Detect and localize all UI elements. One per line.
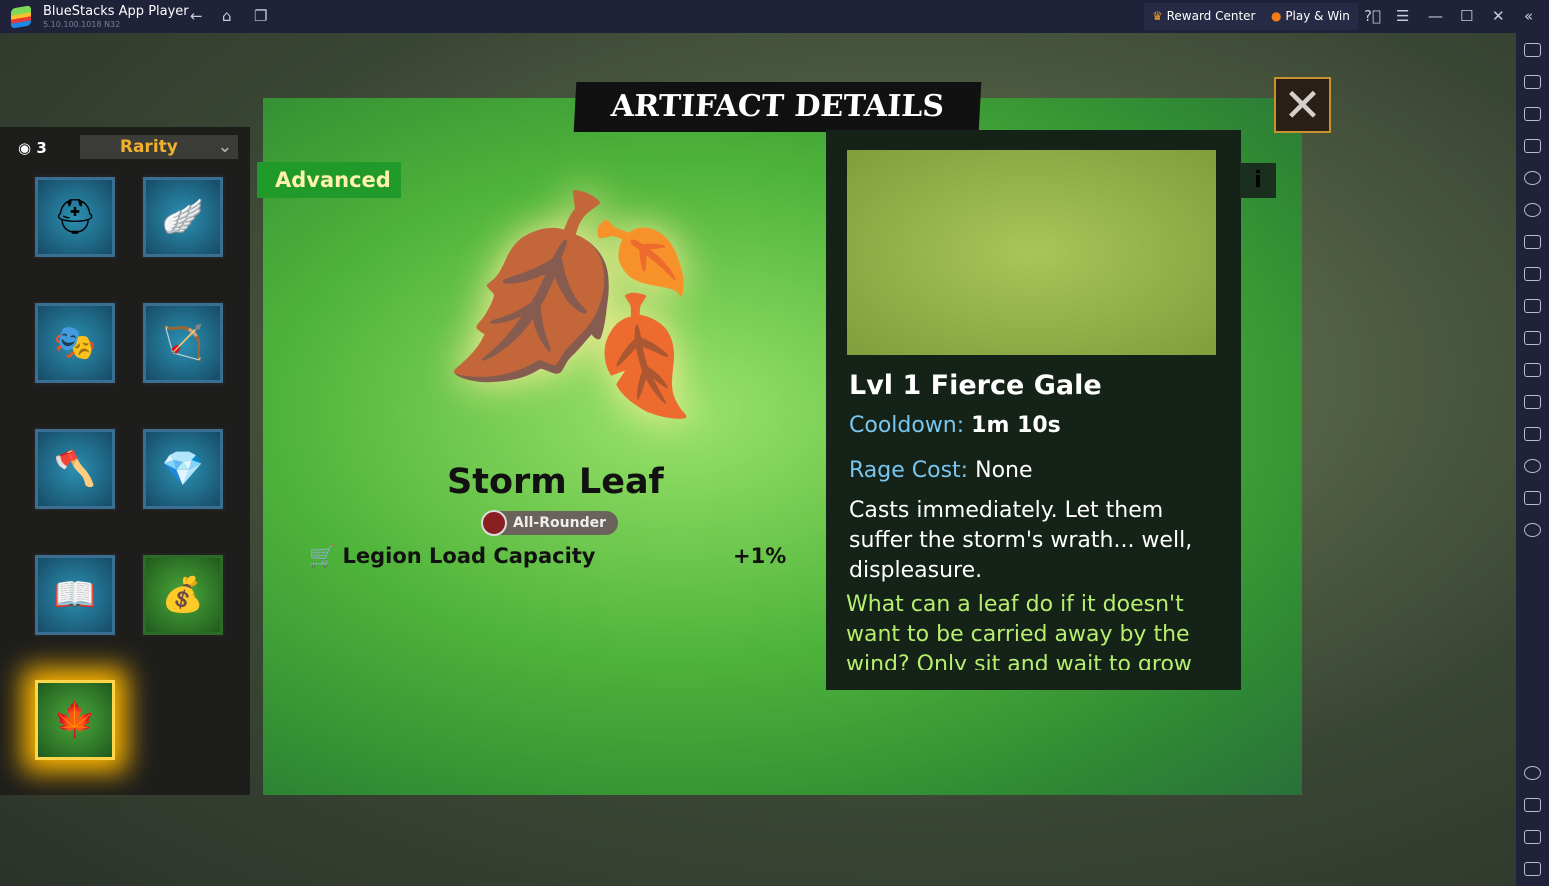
artifact-inventory: ◉ 3 Rarity ⌄ ⛑ 🪽 🎭 🏹 🪓 💎 📖 💰 🍁 <box>0 127 250 795</box>
rarity-filter-dropdown[interactable]: Rarity ⌄ <box>80 135 238 159</box>
role-icon <box>481 510 507 536</box>
star-badge-icon: ● <box>1271 9 1282 23</box>
artifact-slot-mask[interactable]: 🎭 <box>35 303 115 383</box>
artifact-slot-crystal[interactable]: 💎 <box>143 429 223 509</box>
rage-cost: Rage Cost: None <box>849 458 1033 483</box>
artifact-slot-coins[interactable]: 💰 <box>143 555 223 635</box>
play-win-button[interactable]: ● Play & Win <box>1263 3 1358 30</box>
app-version: 5.10.100.1018 N32 <box>43 20 121 29</box>
bluestacks-logo <box>11 5 31 29</box>
artifact-name: Storm Leaf <box>447 462 664 502</box>
book-icon: 📖 <box>53 575 97 615</box>
location-icon[interactable] <box>1524 459 1541 473</box>
storm-leaf-artwork: 🍂 <box>440 182 702 427</box>
title-bar: BlueStacks App Player 5.10.100.1018 N32 … <box>0 0 1549 33</box>
media-icon[interactable] <box>1524 107 1541 121</box>
maximize-icon[interactable]: ☐ <box>1460 7 1473 25</box>
home-icon[interactable]: ⌂ <box>222 7 232 25</box>
eraser-icon[interactable] <box>1524 427 1541 441</box>
help-icon[interactable]: ?⃝ <box>1364 7 1381 25</box>
macro-icon[interactable] <box>1524 235 1541 249</box>
volume-icon[interactable] <box>1524 75 1541 89</box>
skill-description: Casts immediately. Let them suffer the s… <box>849 498 1193 583</box>
eco-mode-icon[interactable] <box>1524 523 1541 537</box>
helmet-icon: ⛑ <box>53 197 97 237</box>
mask-icon: 🎭 <box>53 323 97 363</box>
artifact-slot-book[interactable]: 📖 <box>35 555 115 635</box>
close-button[interactable]: ✕ <box>1274 77 1331 133</box>
apk-icon[interactable] <box>1524 267 1541 281</box>
artifact-slot-storm-leaf[interactable]: 🍁 <box>35 680 115 760</box>
axe-icon: 🪓 <box>53 449 97 489</box>
settings-icon[interactable] <box>1524 766 1541 780</box>
rage-label: Rage Cost: <box>849 458 969 483</box>
keyboard-icon[interactable] <box>1524 139 1541 153</box>
multi-window-icon[interactable] <box>1524 395 1541 409</box>
recent-apps-icon[interactable] <box>1524 862 1541 876</box>
winged-boot-icon: 🪽 <box>161 197 205 237</box>
artifact-slot-winged-boots[interactable]: 🪽 <box>143 177 223 257</box>
reward-center-button[interactable]: ♛ Reward Center <box>1144 3 1264 30</box>
crown-icon: ♛ <box>1152 9 1163 23</box>
play-win-label: Play & Win <box>1285 9 1350 23</box>
stat-label: 🛒 Legion Load Capacity <box>309 544 596 569</box>
right-toolbar <box>1516 33 1549 886</box>
rotate-icon[interactable] <box>1524 203 1541 217</box>
screenshot-icon[interactable] <box>1524 299 1541 313</box>
rarity-label: Rarity <box>119 137 178 157</box>
rage-value: None <box>975 458 1033 483</box>
android-home-icon[interactable] <box>1524 830 1541 844</box>
menu-icon[interactable]: ☰ <box>1396 7 1409 25</box>
info-button[interactable]: i <box>1240 163 1276 198</box>
replay-icon[interactable] <box>1524 171 1541 185</box>
skill-preview-video[interactable] <box>847 150 1216 355</box>
artifact-slot-helmet[interactable]: ⛑ <box>35 177 115 257</box>
reward-center-label: Reward Center <box>1166 9 1256 23</box>
cooldown-label: Cooldown: <box>849 413 965 438</box>
stat-value: +1% <box>733 544 787 568</box>
stat-label-text: Legion Load Capacity <box>342 544 596 568</box>
cooldown: Cooldown: 1m 10s <box>849 413 1061 438</box>
rarity-badge: Advanced <box>257 162 401 198</box>
artifact-slot-axe[interactable]: 🪓 <box>35 429 115 509</box>
modal-title: ARTIFACT DETAILS <box>573 82 982 132</box>
collapse-sidebar-icon[interactable]: « <box>1524 7 1533 25</box>
multi-instance-icon[interactable]: ❐ <box>254 7 267 25</box>
lore-text: What can a leaf do if it doesn't want to… <box>846 592 1192 670</box>
chevron-down-icon: ⌄ <box>217 137 232 157</box>
folder-icon[interactable] <box>1524 331 1541 345</box>
artifact-slot-bow[interactable]: 🏹 <box>143 303 223 383</box>
cart-icon: 🛒 <box>309 544 336 568</box>
artifact-count: ◉ 3 <box>18 139 47 157</box>
layers-icon[interactable] <box>1524 491 1541 505</box>
app-title: BlueStacks App Player <box>43 4 189 19</box>
skill-title: Lvl 1 Fierce Gale <box>849 370 1102 401</box>
crystal-icon: 💎 <box>161 449 205 489</box>
fullscreen-icon[interactable] <box>1524 43 1541 57</box>
android-back-icon[interactable] <box>1524 798 1541 812</box>
count-value: 3 <box>36 139 47 157</box>
back-icon[interactable]: ← <box>190 7 203 25</box>
coins-icon: 💰 <box>161 575 205 615</box>
cooldown-value: 1m 10s <box>971 413 1061 438</box>
minimize-icon[interactable]: — <box>1428 7 1443 25</box>
bow-icon: 🏹 <box>161 323 205 363</box>
airplane-icon[interactable] <box>1524 363 1541 377</box>
leaf-icon: 🍁 <box>53 700 97 740</box>
close-window-icon[interactable]: ✕ <box>1492 7 1505 25</box>
